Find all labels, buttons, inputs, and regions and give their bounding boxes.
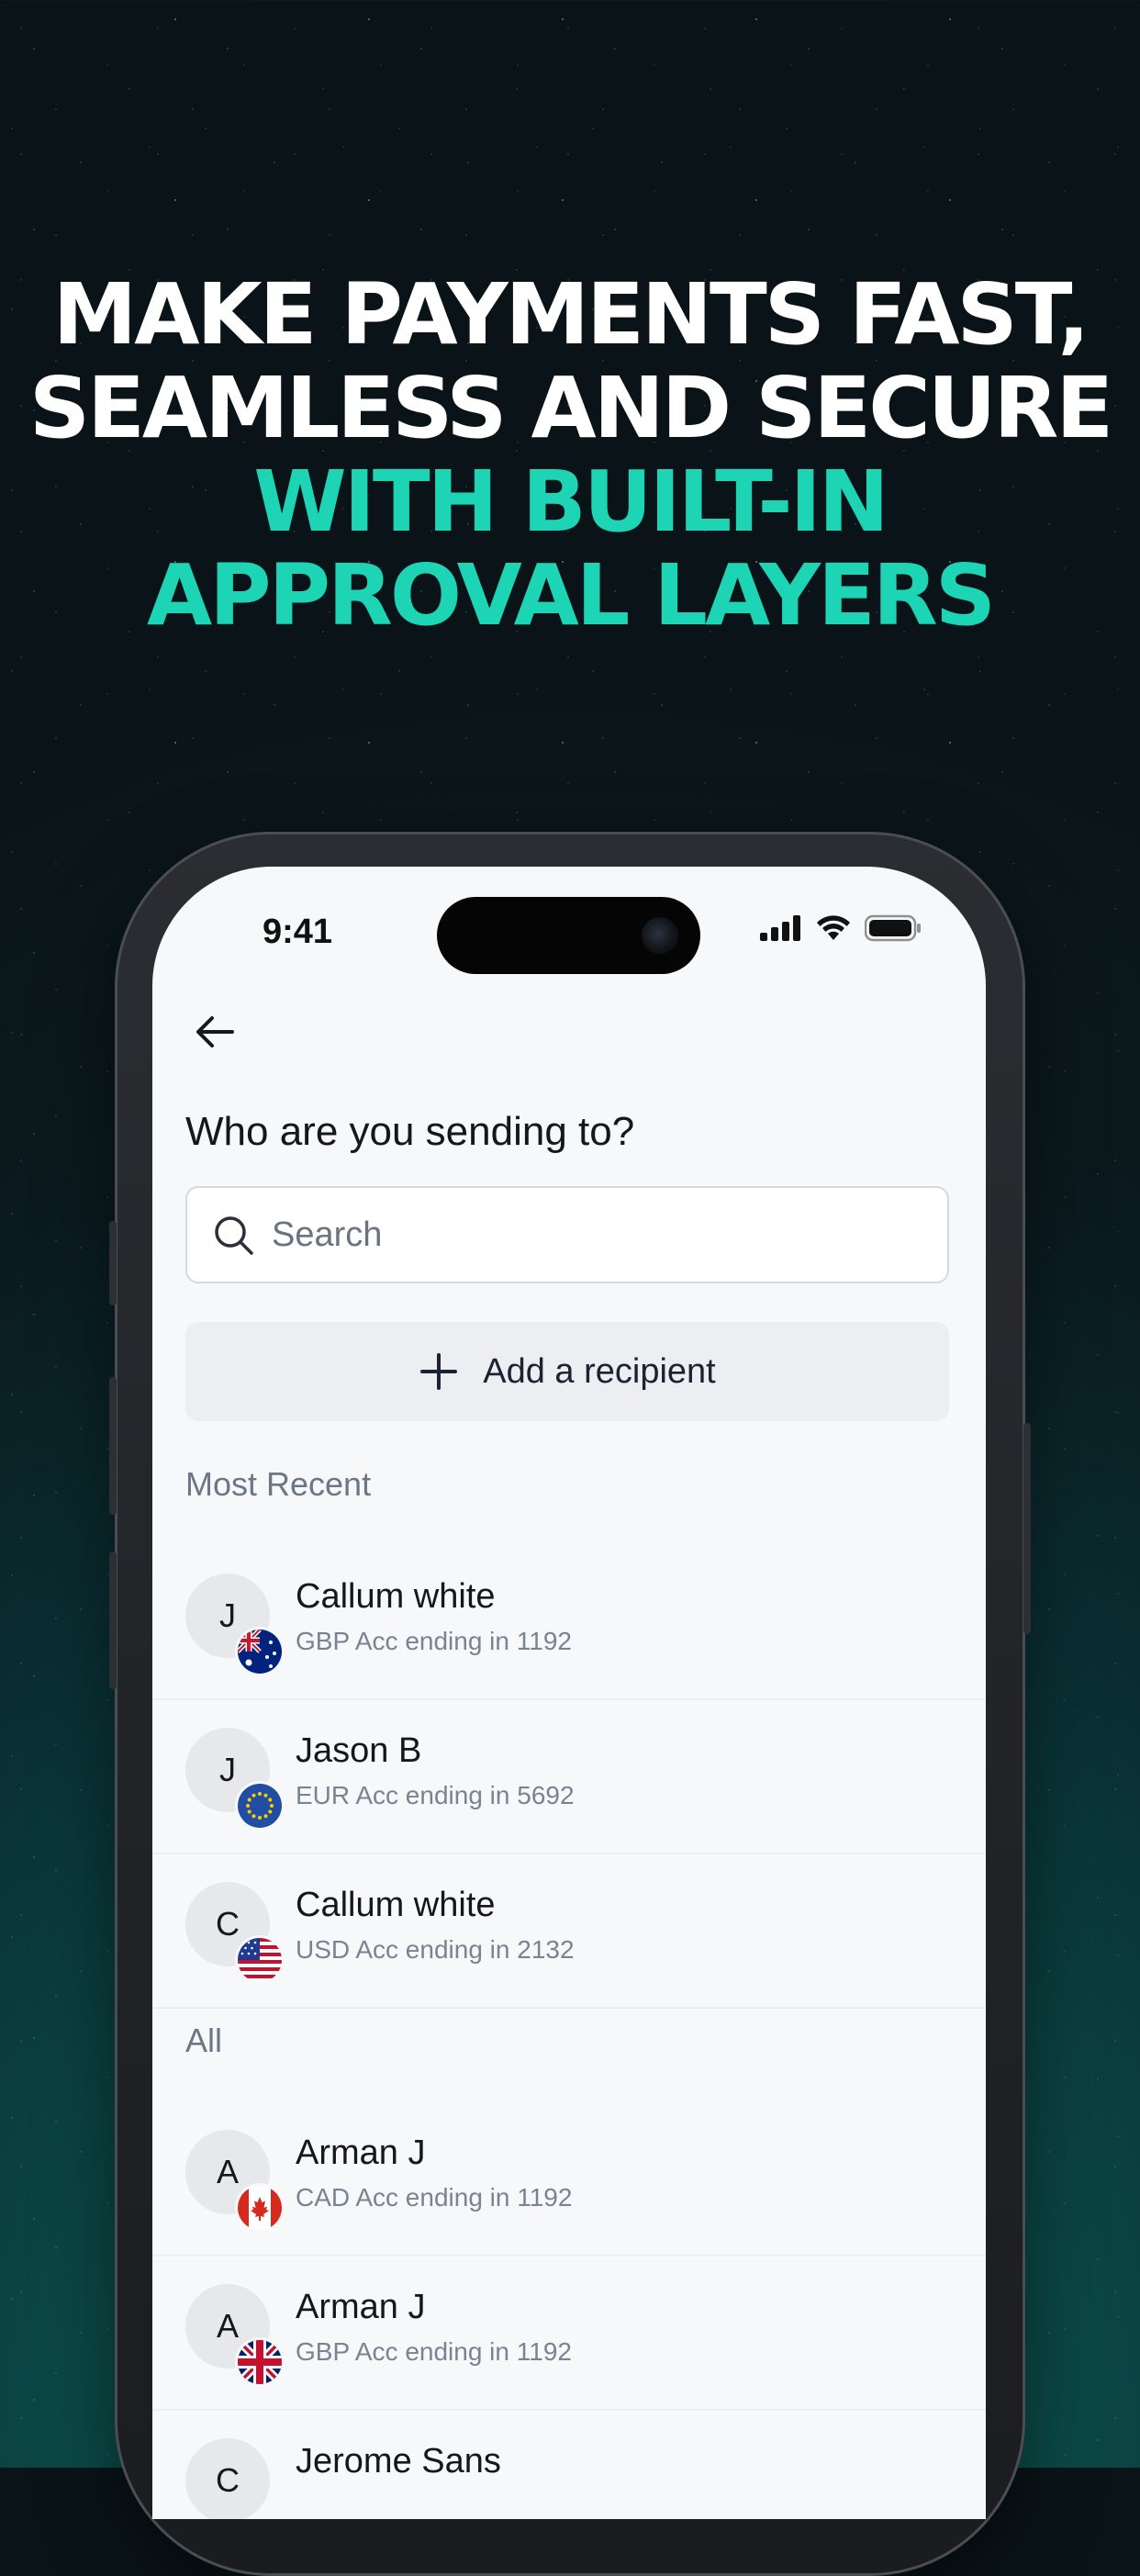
camera-icon: [642, 917, 678, 954]
uk-flag-icon: [235, 2337, 285, 2387]
eu-flag-icon: [235, 1781, 285, 1831]
dynamic-island: [437, 897, 700, 974]
add-recipient-label: Add a recipient: [483, 1351, 716, 1391]
recipient-name: Jason B: [296, 1731, 422, 1770]
recipient-account: GBP Acc ending in 1192: [296, 1627, 572, 1655]
recipient-row[interactable]: A Arman J CAD Acc ending in 1192: [152, 2102, 986, 2257]
app-screen: 9:41 Who are you sending to? Search Add …: [152, 867, 986, 2519]
add-recipient-button[interactable]: Add a recipient: [185, 1322, 949, 1421]
headline-line-2: SEAMLESS AND SECURE: [28, 359, 1113, 457]
search-icon: [215, 1216, 253, 1255]
headline-line-4: APPROVAL LAYERS: [146, 546, 996, 644]
recipient-name: Arman J: [296, 2134, 426, 2172]
arrow-left-icon: [196, 1016, 234, 1047]
australia-flag-icon: [235, 1627, 285, 1676]
phone-volume-down-button: [109, 1551, 117, 1689]
recipient-account: GBP Acc ending in 1192: [296, 2337, 572, 2366]
cellular-icon: [760, 915, 802, 946]
back-button[interactable]: [187, 1004, 242, 1059]
recipient-row[interactable]: C Jerome Sans: [152, 2411, 986, 2519]
plus-icon: [420, 1353, 458, 1390]
recipient-row[interactable]: A Arman J GBP Acc ending in 1192: [152, 2257, 986, 2411]
phone-volume-up-button: [109, 1377, 117, 1515]
recipient-name: Arman J: [296, 2288, 426, 2326]
recipient-row[interactable]: C Callum white USD Acc ending in 2132: [152, 1854, 986, 2009]
battery-icon: [864, 914, 922, 946]
avatar: C: [185, 2438, 270, 2519]
us-flag-icon: [235, 1935, 285, 1985]
status-bar: 9:41: [152, 867, 986, 977]
headline-line-3: WITH BUILT-IN: [253, 453, 889, 551]
status-icons: [760, 914, 922, 946]
recipient-account: CAD Acc ending in 1192: [296, 2183, 573, 2212]
headline-line-1: MAKE PAYMENTS FAST,: [52, 265, 1090, 364]
section-header-all: All: [185, 2022, 223, 2059]
page-title: Who are you sending to?: [185, 1109, 635, 1154]
canada-flag-icon: [235, 2183, 285, 2233]
wifi-icon: [815, 914, 852, 946]
status-time: 9:41: [263, 913, 333, 951]
recipient-name: Jerome Sans: [296, 2442, 501, 2481]
recipient-name: Callum white: [296, 1886, 496, 1924]
recipient-row[interactable]: J Callum white GBP Acc ending in 1192: [152, 1546, 986, 1700]
section-header-most-recent: Most Recent: [185, 1465, 372, 1503]
recipient-account: EUR Acc ending in 5692: [296, 1781, 575, 1809]
recipient-row[interactable]: J Jason B EUR Acc ending in 5692: [152, 1700, 986, 1854]
recipient-account: USD Acc ending in 2132: [296, 1935, 575, 1964]
phone-action-button: [109, 1221, 117, 1305]
recipient-name: Callum white: [296, 1577, 496, 1616]
search-field[interactable]: [185, 1186, 949, 1283]
search-input[interactable]: [270, 1214, 824, 1256]
phone-power-button: [1023, 1423, 1031, 1634]
marketing-headline: MAKE PAYMENTS FAST, SEAMLESS AND SECURE …: [0, 268, 1140, 643]
